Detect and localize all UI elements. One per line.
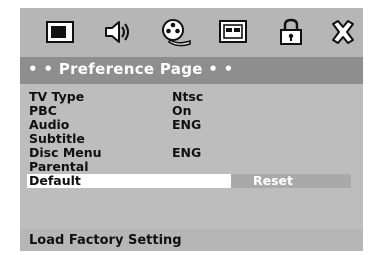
close-x-icon [332, 20, 354, 44]
lock-icon [280, 18, 302, 45]
menu-item-value: ENG [172, 145, 202, 160]
menu-item-audio[interactable]: Audio ENG [20, 118, 363, 132]
menu-item-label: Parental [29, 159, 89, 174]
menu-item-tv-type[interactable]: TV Type Ntsc [20, 90, 363, 104]
tv-screen-icon [46, 21, 74, 43]
status-bar: Load Factory Setting [20, 229, 363, 251]
option-reset-button[interactable]: Reset [231, 174, 351, 188]
menu-item-label: Default [29, 173, 81, 188]
setup-tab-bar [20, 8, 363, 56]
tab-general-setup[interactable] [44, 17, 76, 47]
status-text: Load Factory Setting [29, 233, 182, 248]
menu-item-value: ENG [172, 117, 202, 132]
tab-exit-setup[interactable] [327, 17, 359, 47]
audio-speaker-icon [105, 21, 129, 43]
menu-item-label: PBC [29, 103, 57, 118]
menu-item-label: TV Type [29, 89, 85, 104]
film-reel-icon [162, 19, 191, 47]
menu-item-value: On [172, 103, 192, 118]
page-title: • • Preference Page • • [28, 60, 234, 78]
menu-item-pbc[interactable]: PBC On [20, 104, 363, 118]
menu-item-label: Audio [29, 117, 70, 132]
page-title-bar: • • Preference Page • • [20, 57, 363, 84]
tab-audio-setup[interactable] [102, 17, 134, 47]
menu-item-label: Disc Menu [29, 145, 102, 160]
tab-password-setup[interactable] [275, 17, 307, 47]
video-display-icon [219, 20, 247, 43]
menu-item-parental[interactable]: Parental [20, 160, 363, 174]
menu-list: TV Type Ntsc PBC On Audio ENG Subtitle D… [20, 84, 363, 251]
menu-item-default[interactable]: Default Reset [20, 174, 363, 188]
option-reset-label: Reset [253, 173, 293, 188]
setup-menu-panel: • • Preference Page • • TV Type Ntsc PBC… [20, 8, 363, 251]
menu-item-value: Ntsc [172, 89, 204, 104]
menu-item-disc-menu[interactable]: Disc Menu ENG [20, 146, 363, 160]
menu-item-label: Subtitle [29, 131, 85, 146]
tab-video-setup[interactable] [160, 17, 192, 47]
menu-item-subtitle[interactable]: Subtitle [20, 132, 363, 146]
tab-speaker-setup[interactable] [217, 17, 249, 47]
